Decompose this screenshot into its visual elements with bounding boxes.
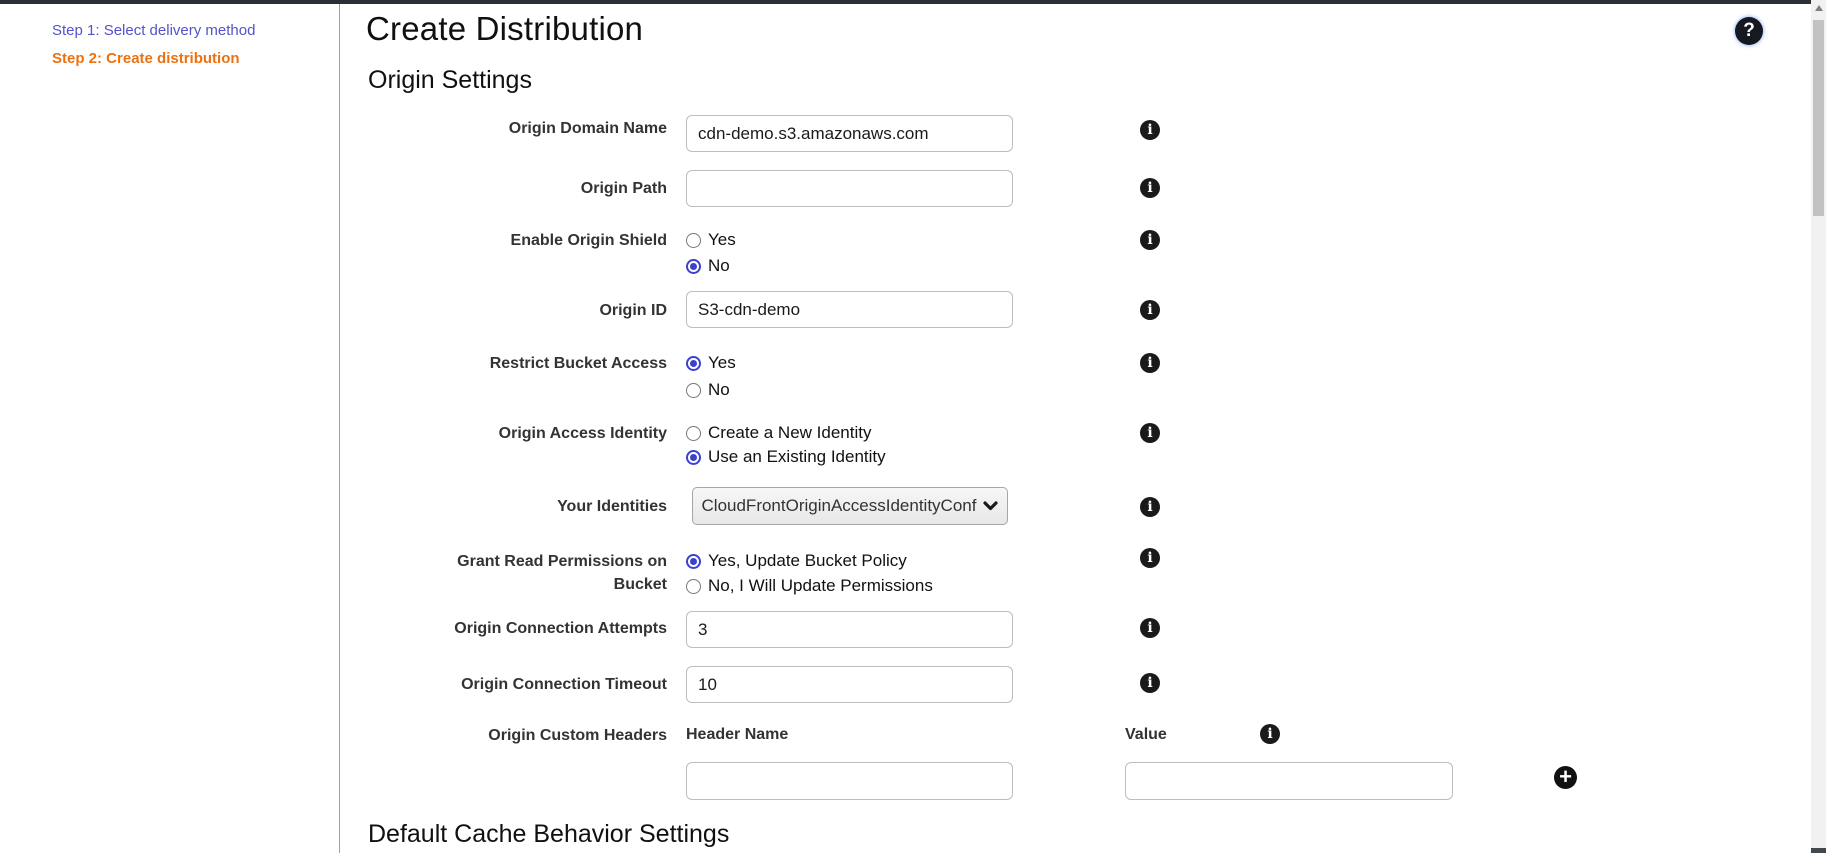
grant-read-permissions-option-yes[interactable]: Yes, Update Bucket Policy [686, 551, 907, 571]
origin-id-label: Origin ID [374, 301, 667, 320]
origin-access-identity-create-label: Create a New Identity [708, 423, 871, 443]
top-border-bar [0, 0, 1811, 4]
origin-domain-name-input[interactable] [686, 115, 1013, 152]
grant-read-permissions-yes-label: Yes, Update Bucket Policy [708, 551, 907, 571]
origin-custom-headers-label: Origin Custom Headers [374, 726, 667, 745]
origin-id-input[interactable] [686, 291, 1013, 328]
origin-domain-name-label: Origin Domain Name [374, 119, 667, 138]
origin-access-identity-option-create[interactable]: Create a New Identity [686, 423, 871, 443]
origin-path-label: Origin Path [374, 179, 667, 198]
chevron-down-icon [983, 501, 998, 511]
your-identities-selected-value: CloudFrontOriginAccessIdentityConf [702, 496, 977, 516]
sidebar-divider [339, 4, 340, 853]
enable-origin-shield-no-radio[interactable] [686, 259, 701, 274]
origin-access-identity-option-existing[interactable]: Use an Existing Identity [686, 447, 886, 467]
enable-origin-shield-info-icon[interactable]: i [1140, 230, 1160, 250]
origin-id-info-icon[interactable]: i [1140, 300, 1160, 320]
restrict-bucket-access-yes-radio[interactable] [686, 356, 701, 371]
enable-origin-shield-label: Enable Origin Shield [374, 231, 667, 250]
origin-connection-attempts-label: Origin Connection Attempts [374, 619, 667, 638]
origin-access-identity-label: Origin Access Identity [374, 424, 667, 443]
origin-custom-headers-info-icon[interactable]: i [1260, 724, 1280, 744]
restrict-bucket-access-no-radio[interactable] [686, 383, 701, 398]
scrollbar-bottom-corner [1811, 848, 1826, 853]
origin-connection-attempts-input[interactable] [686, 611, 1013, 648]
enable-origin-shield-yes-radio[interactable] [686, 233, 701, 248]
origin-access-identity-info-icon[interactable]: i [1140, 423, 1160, 443]
origin-connection-timeout-info-icon[interactable]: i [1140, 673, 1160, 693]
scrollbar-thumb[interactable] [1813, 20, 1824, 216]
your-identities-select[interactable]: CloudFrontOriginAccessIdentityConf [692, 487, 1008, 525]
origin-path-input[interactable] [686, 170, 1013, 207]
enable-origin-shield-no-label: No [708, 256, 730, 276]
header-name-column-label: Header Name [686, 726, 788, 744]
sidebar-step-1-link[interactable]: Step 1: Select delivery method [52, 22, 255, 39]
enable-origin-shield-option-no[interactable]: No [686, 256, 730, 276]
grant-read-permissions-no-label: No, I Will Update Permissions [708, 576, 933, 596]
grant-read-permissions-label: Grant Read Permissions on Bucket [427, 550, 667, 596]
add-custom-header-button[interactable]: + [1554, 766, 1577, 789]
restrict-bucket-access-yes-label: Yes [708, 353, 736, 373]
origin-connection-timeout-label: Origin Connection Timeout [374, 675, 667, 694]
origin-access-identity-create-radio[interactable] [686, 426, 701, 441]
grant-read-permissions-no-radio[interactable] [686, 579, 701, 594]
section-heading-default-cache-behavior: Default Cache Behavior Settings [368, 820, 729, 849]
grant-read-permissions-info-icon[interactable]: i [1140, 548, 1160, 568]
restrict-bucket-access-option-yes[interactable]: Yes [686, 353, 736, 373]
your-identities-label: Your Identities [374, 497, 667, 516]
custom-header-name-input[interactable] [686, 762, 1013, 800]
create-distribution-page: Step 1: Select delivery method Step 2: C… [0, 0, 1826, 853]
restrict-bucket-access-option-no[interactable]: No [686, 380, 730, 400]
help-icon[interactable]: ? [1735, 17, 1763, 45]
enable-origin-shield-option-yes[interactable]: Yes [686, 230, 736, 250]
scrollbar-up-arrow[interactable] [1815, 5, 1823, 11]
vertical-scrollbar[interactable] [1811, 0, 1826, 853]
page-title: Create Distribution [366, 10, 643, 48]
enable-origin-shield-yes-label: Yes [708, 230, 736, 250]
restrict-bucket-access-label: Restrict Bucket Access [374, 354, 667, 373]
grant-read-permissions-yes-radio[interactable] [686, 554, 701, 569]
restrict-bucket-access-info-icon[interactable]: i [1140, 353, 1160, 373]
section-heading-origin-settings: Origin Settings [368, 66, 532, 95]
value-column-label: Value [1125, 726, 1167, 744]
origin-path-info-icon[interactable]: i [1140, 178, 1160, 198]
origin-access-identity-existing-label: Use an Existing Identity [708, 447, 886, 467]
restrict-bucket-access-no-label: No [708, 380, 730, 400]
origin-access-identity-existing-radio[interactable] [686, 450, 701, 465]
origin-connection-attempts-info-icon[interactable]: i [1140, 618, 1160, 638]
custom-header-value-input[interactable] [1125, 762, 1453, 800]
sidebar-step-2-current: Step 2: Create distribution [52, 50, 240, 67]
your-identities-info-icon[interactable]: i [1140, 497, 1160, 517]
origin-domain-name-info-icon[interactable]: i [1140, 120, 1160, 140]
grant-read-permissions-option-no[interactable]: No, I Will Update Permissions [686, 576, 933, 596]
origin-connection-timeout-input[interactable] [686, 666, 1013, 703]
